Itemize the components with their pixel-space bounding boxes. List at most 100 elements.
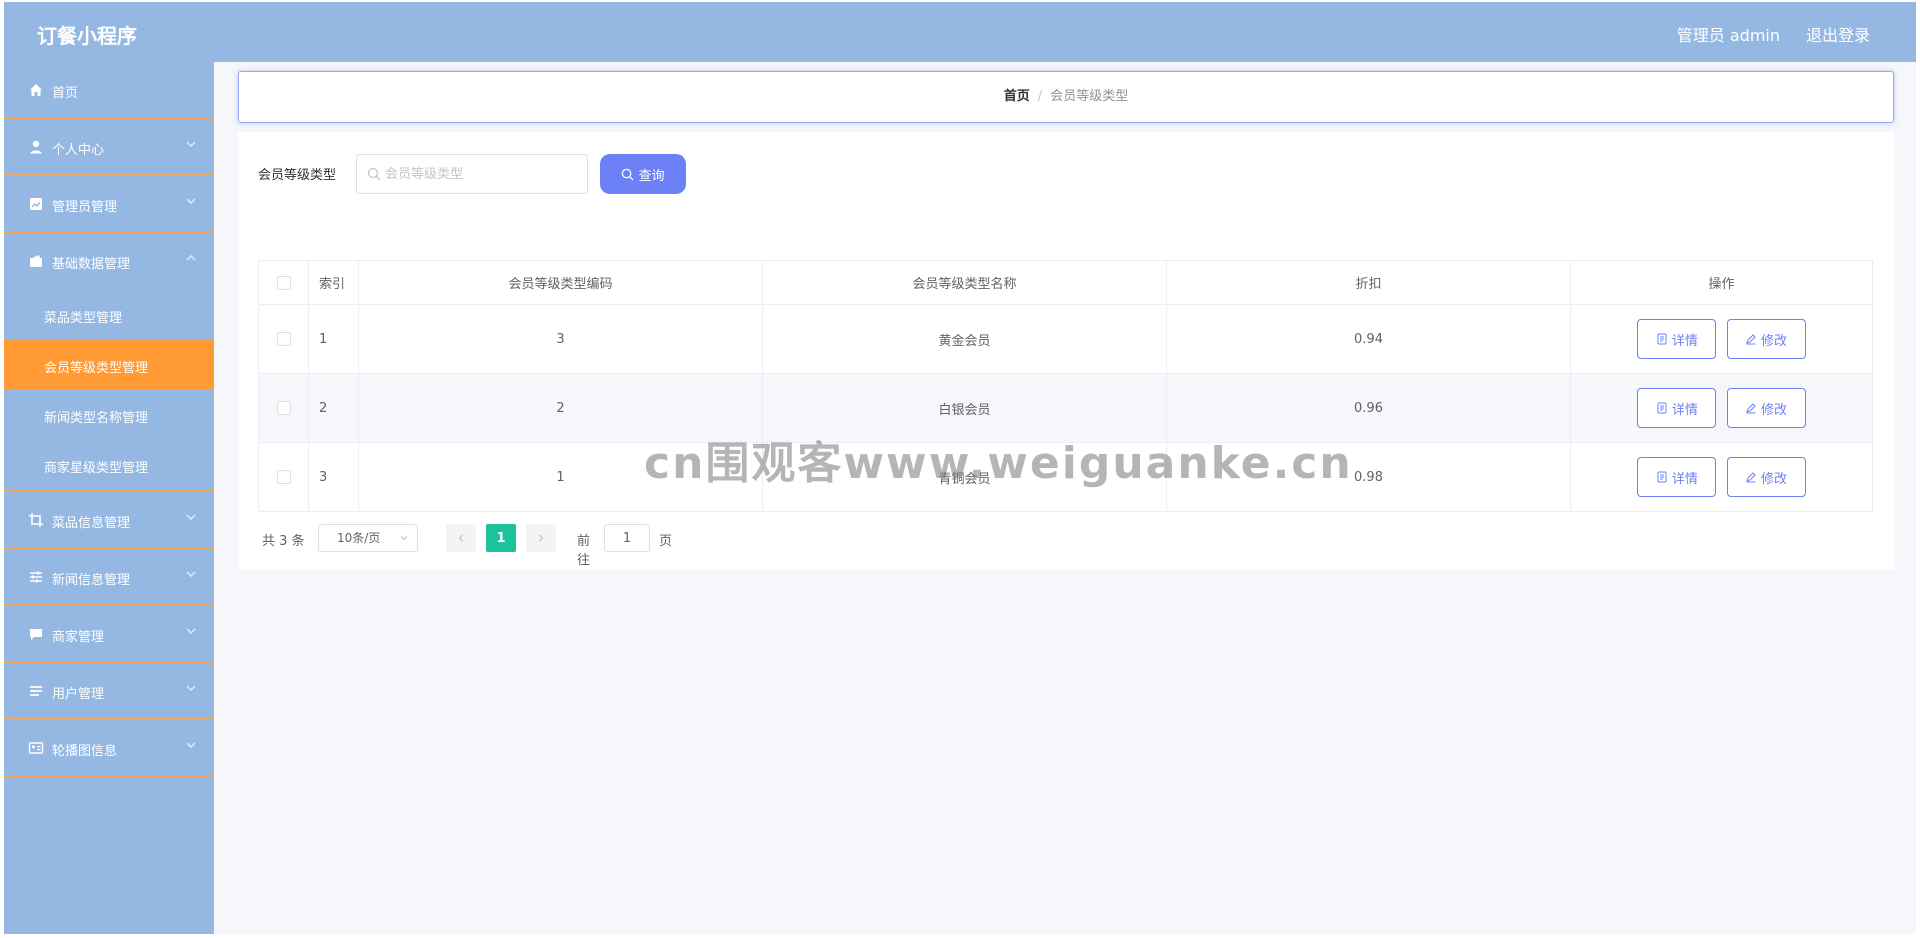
detail-button-label: 详情 — [1671, 471, 1698, 487]
detail-button[interactable]: 详情 — [1637, 319, 1717, 359]
search-input[interactable] — [385, 155, 581, 193]
page-size-value: 10条/页 — [337, 531, 381, 545]
current-user: 管理员 admin — [1676, 26, 1780, 45]
sidebar-item-dish-info-management[interactable]: 菜品信息管理 — [4, 492, 214, 549]
app-window: 订餐小程序 管理员 admin 退出登录 首页 个人中心 管理员管理 基础数据管… — [4, 2, 1916, 934]
goto-label: 前往 — [577, 534, 591, 568]
user-icon — [30, 140, 42, 154]
app-title: 订餐小程序 — [37, 24, 137, 48]
cell-discount: 0.94 — [1166, 304, 1571, 374]
detail-button[interactable]: 详情 — [1637, 457, 1717, 497]
sidebar-item-personal-center[interactable]: 个人中心 — [4, 119, 214, 176]
chat-icon — [30, 629, 42, 640]
chevron-down-icon — [186, 742, 196, 748]
sidebar-item-dish-type[interactable]: 菜品类型管理 — [4, 290, 214, 340]
page-size-select[interactable]: 10条/页 — [318, 524, 418, 552]
chevron-down-icon — [186, 198, 196, 204]
id-card-icon — [28, 742, 44, 754]
chevron-left-icon — [458, 534, 463, 542]
select-all-checkbox[interactable] — [276, 275, 291, 290]
edit-icon — [1746, 403, 1756, 414]
document-icon — [1657, 471, 1667, 483]
sidebar-item-label: 首页 — [52, 86, 79, 101]
breadcrumb-current: 会员等级类型 — [1050, 89, 1129, 104]
search-label: 会员等级类型 — [258, 168, 337, 183]
goto-page-input[interactable] — [604, 524, 650, 552]
sidebar-subitem-label: 商家星级类型管理 — [44, 461, 149, 476]
data-table: 索引 会员等级类型编码 会员等级类型名称 折扣 操作 1 3 黄金会员 0.94… — [258, 260, 1873, 512]
chevron-down-icon — [186, 628, 196, 634]
sidebar-subitem-label: 菜品类型管理 — [44, 311, 123, 326]
cell-name: 黄金会员 — [762, 304, 1167, 374]
detail-button-label: 详情 — [1671, 402, 1698, 418]
sidebar-item-news-info-management[interactable]: 新闻信息管理 — [4, 549, 214, 606]
table-row: 1 3 黄金会员 0.94 详情 修改 — [258, 304, 1873, 374]
cell-name: 白银会员 — [762, 373, 1167, 443]
document-icon — [1657, 333, 1667, 345]
edit-button[interactable]: 修改 — [1726, 319, 1806, 359]
list-icon — [30, 686, 42, 696]
sidebar-item-label: 管理员管理 — [52, 200, 118, 215]
row-checkbox[interactable] — [276, 332, 291, 346]
sidebar-item-home[interactable]: 首页 — [4, 62, 214, 119]
detail-button[interactable]: 详情 — [1637, 388, 1717, 428]
breadcrumb-separator: / — [1037, 89, 1043, 104]
sidebar-item-label: 用户管理 — [52, 687, 105, 702]
home-icon — [30, 84, 42, 96]
cell-index: 3 — [308, 442, 359, 512]
sliders-icon — [30, 571, 42, 583]
column-header: 会员等级类型编码 — [358, 260, 763, 305]
page-number-current[interactable]: 1 — [486, 524, 516, 552]
sidebar-item-news-type[interactable]: 新闻类型名称管理 — [4, 390, 214, 440]
sidebar-item-user-management[interactable]: 用户管理 — [4, 663, 214, 720]
table-row: 3 1 青铜会员 0.98 详情 修改 — [258, 442, 1873, 512]
cell-index: 2 — [308, 373, 359, 443]
row-select-cell — [258, 442, 309, 512]
row-checkbox[interactable] — [276, 401, 291, 415]
sidebar: 首页 个人中心 管理员管理 基础数据管理 菜品类型管理 会员等级类型管理 新闻类… — [4, 62, 214, 934]
edit-icon — [1746, 334, 1756, 345]
row-checkbox[interactable] — [276, 470, 291, 484]
query-button-label: 查询 — [638, 167, 665, 183]
sidebar-item-member-level-type[interactable]: 会员等级类型管理 — [4, 340, 214, 390]
column-header: 操作 — [1570, 260, 1873, 305]
cell-name: 青铜会员 — [762, 442, 1167, 512]
sidebar-item-carousel-info[interactable]: 轮播图信息 — [4, 720, 214, 777]
document-icon — [1657, 402, 1667, 414]
sidebar-item-label: 基础数据管理 — [52, 257, 131, 272]
search-field[interactable] — [356, 154, 588, 194]
logout-link[interactable]: 退出登录 — [1806, 22, 1870, 46]
edit-button-label: 修改 — [1761, 402, 1788, 418]
edit-button[interactable]: 修改 — [1726, 388, 1806, 428]
cell-discount: 0.98 — [1166, 442, 1571, 512]
prev-page-button[interactable] — [446, 524, 476, 552]
chevron-up-icon — [186, 255, 196, 261]
row-select-cell — [258, 373, 309, 443]
sidebar-item-basic-data-management[interactable]: 基础数据管理 — [4, 233, 214, 290]
query-button[interactable]: 查询 — [600, 154, 686, 194]
sidebar-item-merchant-management[interactable]: 商家管理 — [4, 606, 214, 663]
sidebar-item-merchant-star-type[interactable]: 商家星级类型管理 — [4, 440, 214, 490]
edit-button-label: 修改 — [1761, 471, 1788, 487]
goto-suffix: 页 — [659, 534, 673, 549]
sidebar-item-label: 菜品信息管理 — [52, 516, 131, 531]
cell-code: 2 — [358, 373, 763, 443]
column-header: 会员等级类型名称 — [762, 260, 1167, 305]
edit-button[interactable]: 修改 — [1726, 457, 1806, 497]
chevron-down-icon — [186, 141, 196, 147]
edit-icon — [1746, 472, 1756, 483]
sidebar-item-admin-management[interactable]: 管理员管理 — [4, 176, 214, 233]
chevron-down-icon — [186, 685, 196, 691]
next-page-button[interactable] — [526, 524, 556, 552]
cell-actions: 详情 修改 — [1570, 373, 1873, 443]
detail-button-label: 详情 — [1671, 333, 1698, 349]
content-panel: 会员等级类型 查询 索引 会员等级类型编码 会员等级类型名称 折扣 操作 — [238, 132, 1894, 570]
submenu-basic-data: 菜品类型管理 会员等级类型管理 新闻类型名称管理 商家星级类型管理 — [4, 290, 214, 492]
search-icon — [622, 168, 635, 181]
sidebar-subitem-label: 会员等级类型管理 — [44, 361, 149, 376]
sidebar-item-label: 新闻信息管理 — [52, 573, 131, 588]
chevron-down-icon — [400, 536, 408, 541]
sidebar-subitem-label: 新闻类型名称管理 — [44, 411, 149, 426]
breadcrumb-home[interactable]: 首页 — [1004, 89, 1030, 104]
wallet-icon — [30, 255, 42, 267]
